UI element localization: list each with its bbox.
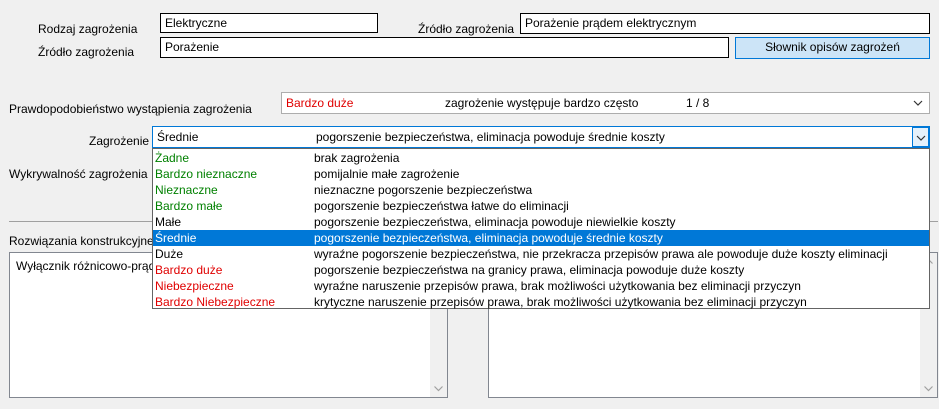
chevron-down-icon[interactable] bbox=[913, 98, 923, 108]
option-5[interactable]: Średnie pogorszenie bezpieczeństwa, elimi… bbox=[153, 230, 929, 246]
option-level: Duże bbox=[155, 247, 184, 261]
hazard-label: Zagrożenie bbox=[89, 134, 150, 148]
option-8[interactable]: Niebezpieczne wyraźne naruszenie przepisó… bbox=[153, 278, 929, 294]
hazard-combo[interactable]: Średnie pogorszenie bezpieczeństwa, elim… bbox=[152, 126, 930, 148]
separator-left bbox=[9, 221, 152, 222]
option-description: brak zagrożenia bbox=[314, 151, 400, 165]
option-level: Małe bbox=[155, 215, 182, 229]
option-level: Bardzo Niebezpieczne bbox=[155, 295, 276, 309]
option-level: Bardzo małe bbox=[155, 199, 223, 213]
option-description: wyraźne pogorszenie bezpieczeństwa, nie … bbox=[314, 247, 888, 261]
hazard-description: pogorszenie bezpieczeństwa, eliminacja p… bbox=[316, 130, 665, 144]
option-level: Niebezpieczne bbox=[155, 279, 234, 293]
chevron-down-icon bbox=[916, 135, 926, 141]
separator-right bbox=[930, 221, 938, 222]
zrodlo-left-field[interactable]: Porażenie bbox=[160, 37, 729, 58]
option-6[interactable]: Duże wyraźne pogorszenie bezpieczeństwa, … bbox=[153, 246, 929, 262]
hazard-dropdown-list[interactable]: Żadne brak zagrożenia Bardzo nieznaczne po… bbox=[152, 148, 930, 309]
probability-level: Bardzo duże bbox=[286, 96, 354, 110]
option-level: Bardzo nieznaczne bbox=[155, 167, 258, 181]
hazard-dropdown-button[interactable] bbox=[912, 127, 929, 147]
option-description: pogorszenie bezpieczeństwa, eliminacja p… bbox=[314, 215, 676, 229]
detectability-label: Wykrywalność zagrożenia bbox=[9, 167, 148, 181]
option-level: Żadne bbox=[155, 151, 190, 165]
probability-description: zagrożenie występuje bardzo często bbox=[445, 96, 639, 110]
option-2[interactable]: Nieznaczne nieznaczne pogorszenie bezpiec… bbox=[153, 182, 929, 198]
probability-fraction: 1 / 8 bbox=[686, 96, 710, 110]
option-9[interactable]: Bardzo Niebezpieczne krytyczne naruszenie… bbox=[153, 294, 929, 310]
zrodlo-right-label: Źródło zagrożenia bbox=[418, 22, 515, 36]
option-7[interactable]: Bardzo duże pogorszenie bezpieczeństwa na… bbox=[153, 262, 929, 278]
zrodlo-right-field[interactable]: Porażenie prądem elektrycznym bbox=[520, 13, 930, 34]
option-level: Średnie bbox=[155, 231, 197, 245]
option-description: nieznaczne pogorszenie bezpieczeństwa bbox=[314, 183, 533, 197]
option-description: wyraźne naruszenie przepisów prawa, brak… bbox=[314, 279, 801, 293]
option-description: pogorszenie bezpieczeństwa, eliminacja p… bbox=[314, 231, 663, 245]
option-description: pomijalnie małe zagrożenie bbox=[314, 167, 460, 181]
option-0[interactable]: Żadne brak zagrożenia bbox=[153, 150, 929, 166]
option-4[interactable]: Małe pogorszenie bezpieczeństwa, eliminac… bbox=[153, 214, 929, 230]
option-description: krytyczne naruszenie przepisów prawa, br… bbox=[314, 295, 807, 309]
option-1[interactable]: Bardzo nieznaczne pomijalnie małe zagroże… bbox=[153, 166, 929, 182]
probability-label: Prawdopodobieństwo wystąpienia zagrożeni… bbox=[9, 102, 252, 116]
scroll-down-arrow-icon bbox=[924, 386, 933, 392]
option-level: Bardzo duże bbox=[155, 263, 223, 277]
scroll-down-arrow-icon bbox=[434, 386, 443, 392]
option-description: pogorszenie bezpieczeństwa na granicy pr… bbox=[314, 263, 745, 277]
option-3[interactable]: Bardzo małe pogorszenie bezpieczeństwa ła… bbox=[153, 198, 929, 214]
solutions-label: Rozwiązania konstrukcyjne bbox=[9, 234, 154, 248]
rodzaj-label: Rodzaj zagrożenia bbox=[38, 22, 138, 36]
option-description: pogorszenie bezpieczeństwa łatwe do elim… bbox=[314, 199, 569, 213]
zrodlo-left-label: Źródło zagrożenia bbox=[38, 45, 135, 59]
hazard-level: Średnie bbox=[157, 130, 199, 144]
option-level: Nieznaczne bbox=[155, 183, 218, 197]
slownik-button[interactable]: Słownik opisów zagrożeń bbox=[735, 37, 930, 59]
probability-combo[interactable]: Bardzo duże zagrożenie występuje bardzo … bbox=[281, 92, 930, 114]
rodzaj-field[interactable]: Elektryczne bbox=[160, 13, 378, 33]
